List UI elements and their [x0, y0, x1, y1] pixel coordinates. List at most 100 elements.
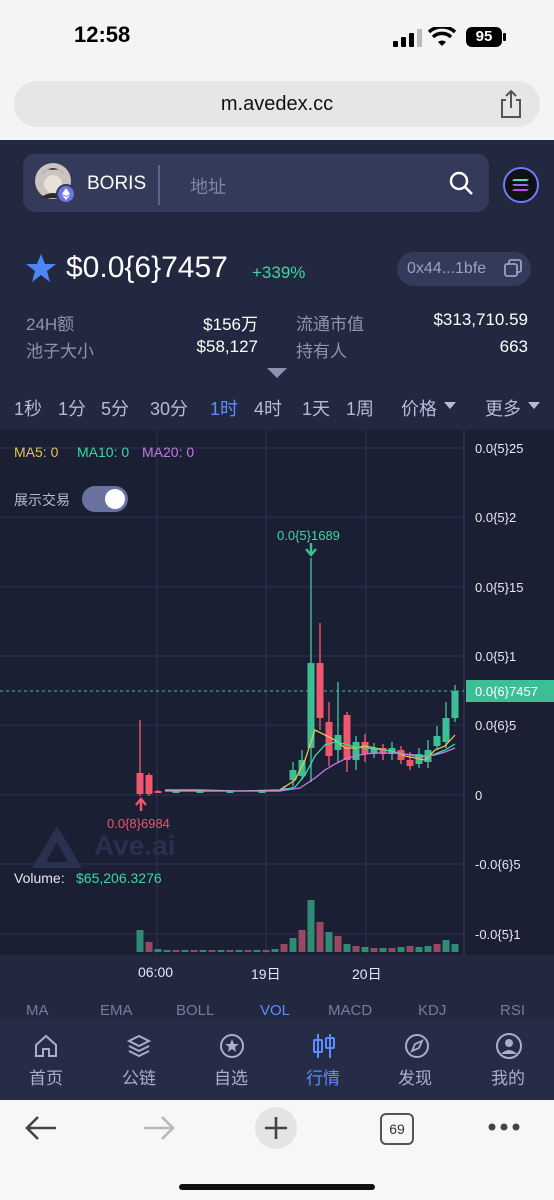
volume-bar — [406, 946, 414, 952]
volume-bar — [235, 950, 243, 952]
tab-price[interactable]: 价格 — [401, 395, 437, 421]
volume-bar — [415, 947, 423, 952]
new-tab-icon[interactable] — [254, 1106, 298, 1150]
user-icon[interactable] — [495, 1032, 523, 1060]
nav-market[interactable]: 行情 — [288, 1064, 358, 1089]
volume-bar — [244, 950, 252, 952]
indicator-rsi[interactable]: RSI — [500, 1002, 525, 1019]
indicator-ema[interactable]: EMA — [100, 1002, 133, 1019]
volume-bar — [343, 944, 351, 952]
bottom-nav — [0, 1020, 554, 1100]
candles-icon[interactable] — [311, 1032, 337, 1060]
tab-more[interactable]: 更多 — [485, 395, 521, 421]
favorite-star-icon[interactable] — [25, 253, 57, 283]
volume-value: $65,206.3276 — [76, 870, 162, 886]
current-price-label: 0.0{6}7457 — [475, 684, 538, 699]
nav-home[interactable]: 首页 — [11, 1064, 81, 1089]
indicator-kdj[interactable]: KDJ — [418, 1002, 446, 1019]
ma10-label: MA10: 0 — [77, 444, 130, 460]
expand-caret-icon[interactable] — [267, 368, 287, 378]
indicator-macd[interactable]: MACD — [328, 1002, 372, 1019]
ma5-label: MA5: 0 — [14, 444, 59, 460]
more-menu-icon[interactable] — [487, 1122, 521, 1132]
candle-body — [136, 773, 144, 794]
battery-indicator: 95 — [466, 27, 502, 47]
low-marker-arrow — [135, 797, 147, 811]
tab-1m[interactable]: 1分 — [58, 395, 86, 421]
token-symbol[interactable]: BORIS — [87, 173, 146, 195]
tab-4h[interactable]: 4时 — [254, 395, 282, 421]
y-tick: 0.0{5}1 — [475, 649, 517, 664]
volume-bar — [208, 950, 216, 952]
battery-tip — [503, 33, 506, 41]
cellular-icon — [393, 29, 422, 47]
ave-logo-icon — [32, 826, 82, 868]
stat-value: 663 — [499, 337, 528, 356]
volume-bar — [217, 950, 225, 952]
indicator-vol[interactable]: VOL — [260, 1002, 290, 1019]
back-arrow-icon[interactable] — [24, 1114, 58, 1142]
stat-label: 流通市值 — [296, 315, 364, 334]
volume-bar — [181, 950, 189, 952]
contract-address[interactable]: 0x44...1bfe — [407, 260, 486, 278]
search-divider — [158, 165, 160, 205]
address-input[interactable]: 地址 — [190, 173, 226, 199]
star-circle-icon[interactable] — [218, 1032, 246, 1060]
tab-5m[interactable]: 5分 — [101, 395, 129, 421]
candle-body — [442, 718, 450, 742]
show-trades-toggle[interactable] — [82, 486, 128, 512]
ma20-label: MA20: 0 — [142, 444, 195, 460]
wifi-icon — [428, 27, 456, 46]
share-icon[interactable] — [499, 89, 523, 119]
volume-bar — [424, 946, 432, 952]
tab-count[interactable]: 69 — [380, 1113, 414, 1145]
url-text[interactable]: m.avedex.cc — [0, 93, 554, 116]
nav-profile[interactable]: 我的 — [473, 1064, 543, 1089]
volume-bar — [172, 950, 180, 952]
compass-icon[interactable] — [403, 1032, 431, 1060]
tab-1s[interactable]: 1秒 — [14, 395, 42, 421]
stat-value: $156万 — [203, 315, 258, 334]
ma20-line — [165, 747, 456, 792]
stat-value: $313,710.59 — [433, 310, 528, 329]
tab-1w[interactable]: 1周 — [346, 395, 374, 421]
volume-bar — [307, 900, 315, 952]
indicator-ma[interactable]: MA — [26, 1002, 49, 1019]
solana-chain-icon[interactable] — [502, 166, 540, 204]
volume-bar — [334, 936, 342, 952]
search-icon[interactable] — [448, 170, 474, 196]
indicator-boll[interactable]: BOLL — [176, 1002, 214, 1019]
volume-bar — [271, 949, 279, 952]
price-change: +339% — [252, 263, 306, 282]
stat-label: 池子大小 — [26, 342, 94, 361]
y-tick: 0.0{5}15 — [475, 580, 524, 595]
volume-bar — [433, 944, 441, 952]
nav-chains[interactable]: 公链 — [104, 1064, 174, 1089]
tab-1h[interactable]: 1时 — [210, 395, 238, 421]
volume-bar — [154, 949, 162, 952]
nav-watchlist[interactable]: 自选 — [196, 1064, 266, 1089]
nav-discover[interactable]: 发现 — [380, 1064, 450, 1089]
toggle-knob — [105, 489, 125, 509]
home-icon[interactable] — [33, 1033, 59, 1059]
candle-body — [154, 791, 162, 793]
stat-label: 持有人 — [296, 342, 347, 361]
show-trades-label: 展示交易 — [14, 492, 70, 508]
volume-bar — [262, 950, 270, 952]
layers-icon[interactable] — [126, 1033, 152, 1059]
y-tick: 0 — [475, 788, 483, 803]
volume-bar — [379, 948, 387, 952]
volume-bar — [325, 932, 333, 952]
candle-body — [433, 736, 441, 746]
x-tick: 20日 — [352, 966, 382, 982]
stat-value: $58,127 — [196, 337, 258, 356]
forward-arrow-icon[interactable] — [142, 1114, 176, 1142]
volume-bar — [136, 930, 144, 952]
copy-icon[interactable] — [504, 259, 522, 277]
more-dropdown-icon[interactable] — [528, 402, 540, 409]
low-price-label: 0.0{8}6984 — [107, 816, 170, 831]
tab-30m[interactable]: 30分 — [150, 395, 188, 421]
price-dropdown-icon[interactable] — [444, 402, 456, 409]
volume-bar — [451, 944, 459, 952]
tab-1d[interactable]: 1天 — [302, 395, 330, 421]
